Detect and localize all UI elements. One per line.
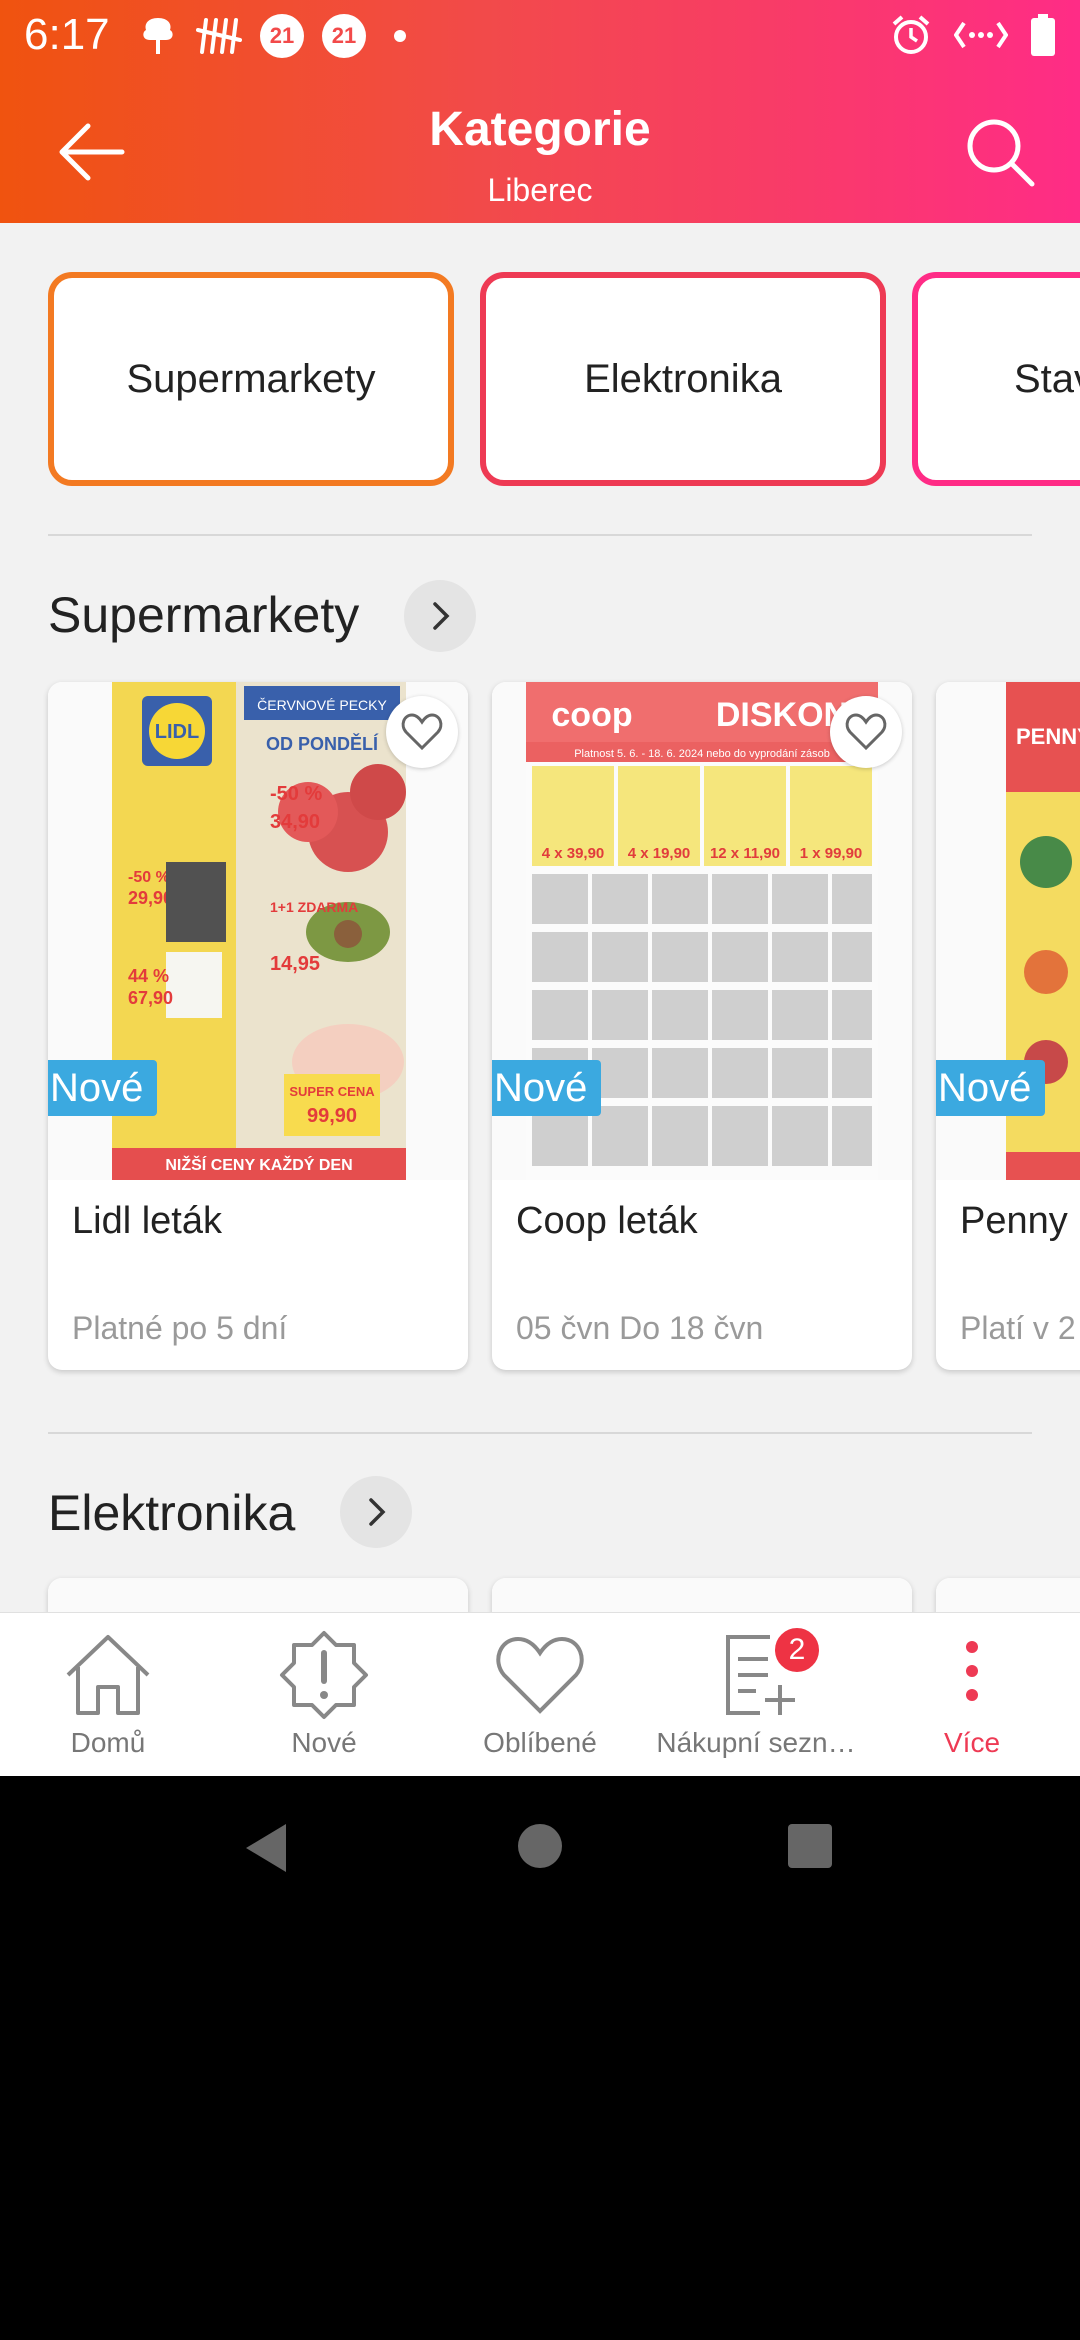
- new-badge: Nové: [48, 1060, 158, 1116]
- alert-icon: [280, 1631, 368, 1719]
- divider: [48, 534, 1032, 536]
- data-sync-icon: [954, 21, 1008, 49]
- category-chip-supermarkety[interactable]: Supermarkety: [48, 272, 454, 486]
- nav-label: Nákupní sezn…: [656, 1727, 856, 1758]
- more-icon: [966, 1641, 978, 1701]
- back-nav-icon[interactable]: [240, 1820, 290, 1876]
- notification-badge: 21: [322, 14, 366, 58]
- flyer-validity: 05 čvn Do 18 čvn: [516, 1310, 764, 1346]
- shopping-list-badge: 2: [772, 1625, 822, 1675]
- favorite-button[interactable]: [830, 696, 902, 768]
- nav-label: Nové: [291, 1727, 357, 1758]
- tally-icon: [196, 18, 242, 54]
- nav-item-favorites[interactable]: Oblíbené: [432, 1613, 648, 1776]
- system-navigation-bar: [0, 1776, 1080, 1918]
- status-bar: 6:17 21 21: [0, 0, 1080, 70]
- heart-icon: [845, 713, 887, 751]
- category-chip-stav[interactable]: Stav: [912, 272, 1080, 486]
- alarm-icon: [892, 15, 930, 54]
- bottom-navigation: Domů Nové Oblíbené 2 Nákupní sezn… Více: [0, 1612, 1080, 1776]
- recents-nav-icon[interactable]: [786, 1822, 834, 1870]
- nav-label: Oblíbené: [483, 1727, 597, 1758]
- heart-icon: [401, 713, 443, 751]
- heart-icon: [496, 1636, 584, 1714]
- notification-badge: 21: [260, 14, 304, 58]
- section-title-supermarkety: Supermarkety: [48, 587, 360, 643]
- divider: [48, 1432, 1032, 1434]
- new-badge: Nové: [492, 1060, 602, 1116]
- home-icon: [66, 1635, 150, 1715]
- app-screen: 6:17 21 21 Kategorie Liberec Supermarket…: [0, 0, 1080, 1776]
- chevron-right-icon: [369, 1498, 386, 1526]
- nav-item-new[interactable]: Nové: [216, 1613, 432, 1776]
- notification-icon: [143, 18, 173, 54]
- search-button[interactable]: [960, 112, 1040, 192]
- search-icon: [967, 119, 1035, 187]
- nav-item-more[interactable]: Více: [864, 1613, 1080, 1776]
- nav-item-shopping-list[interactable]: 2 Nákupní sezn…: [648, 1613, 864, 1776]
- flyer-name: Coop leták: [516, 1200, 698, 1242]
- section-title-elektronika: Elektronika: [48, 1485, 296, 1541]
- battery-icon: [1031, 14, 1055, 56]
- nav-item-home[interactable]: Domů: [0, 1613, 216, 1776]
- nav-label: Více: [943, 1727, 1001, 1758]
- status-time: 6:17: [24, 10, 110, 59]
- flyer-validity: Platné po 5 dní: [72, 1310, 288, 1346]
- favorite-button[interactable]: [386, 696, 458, 768]
- flyer-card-coop[interactable]: coop DISKON Platnost 5. 6. - 18. 6. 2024…: [492, 682, 912, 1370]
- flyer-name: Lidl leták: [72, 1200, 222, 1242]
- location-subtitle[interactable]: Liberec: [0, 172, 1080, 209]
- section-more-button[interactable]: [340, 1476, 412, 1548]
- flyer-name: Penny: [960, 1200, 1068, 1242]
- section-more-button[interactable]: [404, 580, 476, 652]
- more-notifications-dot: [394, 30, 406, 42]
- page-title: Kategorie: [429, 103, 651, 156]
- flyer-card-penny[interactable]: PENNY Nové Penny Platí v 2: [936, 682, 1080, 1370]
- header: 6:17 21 21 Kategorie Liberec: [0, 0, 1080, 223]
- flyer-card-lidl[interactable]: LIDL ČERVNOVÉ PECKY OD PONDĚLÍ -50 % 34,…: [48, 682, 468, 1370]
- category-chip-elektronika[interactable]: Elektronika: [480, 272, 886, 486]
- flyer-validity: Platí v 2: [960, 1310, 1076, 1346]
- chevron-right-icon: [433, 602, 450, 630]
- nav-label: Domů: [70, 1727, 146, 1758]
- home-nav-icon[interactable]: [516, 1822, 564, 1870]
- new-badge: Nové: [936, 1060, 1046, 1116]
